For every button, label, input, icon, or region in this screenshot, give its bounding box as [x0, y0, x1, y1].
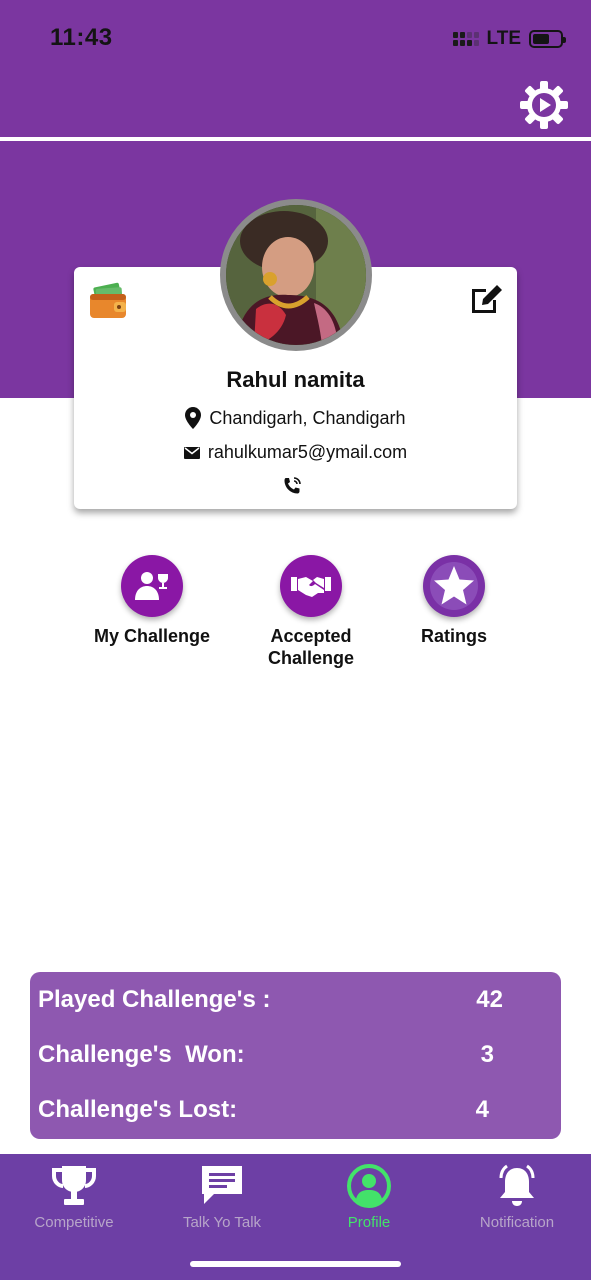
ratings-label: Ratings	[420, 626, 487, 646]
mail-icon	[183, 446, 200, 459]
my-challenge-label: My Challenge	[93, 626, 211, 646]
nav-notification[interactable]: Notification	[443, 1154, 591, 1231]
handshake-icon	[291, 577, 331, 597]
home-indicator	[190, 1261, 401, 1267]
ratings-circle	[423, 555, 485, 617]
users-trophy-icon	[135, 572, 168, 600]
accepted-challenge-label: Accepted Challenge	[267, 626, 355, 668]
avatar-photo	[226, 205, 366, 345]
edit-profile-button[interactable]	[468, 281, 504, 317]
nav-competitive[interactable]: Competitive	[0, 1154, 148, 1231]
my-challenge-circle	[121, 555, 183, 617]
phone-button[interactable]	[282, 476, 302, 496]
profile-name: Rahul namita	[226, 367, 365, 392]
stats-panel: Played Challenge's : 42 Challenge's Won:…	[30, 972, 561, 1139]
email-text: rahulkumar5@ymail.com	[207, 442, 408, 462]
location-pin-icon	[185, 407, 202, 429]
avatar[interactable]	[220, 199, 372, 351]
accepted-challenge-circle	[280, 555, 342, 617]
stat-won-label: Challenge's Won:	[38, 1041, 245, 1068]
nav-profile-label: Profile	[347, 1214, 391, 1231]
wallet-icon	[90, 282, 126, 318]
nav-competitive-label: Competitive	[34, 1214, 114, 1231]
trophy-icon	[52, 1166, 96, 1205]
settings-button[interactable]	[519, 80, 569, 130]
nav-talk[interactable]: Talk Yo Talk	[148, 1154, 296, 1231]
signal-icon	[452, 32, 479, 46]
stat-lost-label: Challenge's Lost:	[38, 1096, 238, 1123]
phone-icon	[284, 477, 301, 494]
header-divider	[0, 137, 591, 141]
stat-won-row: Challenge's Won: 3	[30, 1041, 561, 1081]
nav-profile[interactable]: Profile	[295, 1154, 443, 1231]
profile-icon	[347, 1164, 391, 1208]
edit-icon	[472, 285, 502, 313]
network-label: LTE	[486, 28, 521, 49]
stat-played-value: 42	[476, 986, 503, 1013]
accepted-challenge-button[interactable]: Accepted Challenge	[231, 555, 391, 669]
battery-icon	[529, 30, 566, 48]
star-icon	[430, 562, 478, 610]
stat-played-label: Played Challenge's :	[38, 986, 271, 1013]
nav-notification-label: Notification	[479, 1214, 555, 1231]
gear-icon	[520, 81, 568, 129]
bell-icon	[499, 1164, 535, 1206]
stat-won-value: 3	[480, 1041, 494, 1068]
stat-lost-row: Challenge's Lost: 4	[30, 1096, 561, 1136]
wallet-button[interactable]	[88, 281, 128, 321]
my-challenge-button[interactable]: My Challenge	[72, 555, 232, 647]
chat-icon	[202, 1166, 242, 1204]
nav-talk-label: Talk Yo Talk	[182, 1214, 262, 1231]
profile-actions: My Challenge Accepted Challenge Ratings	[0, 555, 591, 675]
stat-lost-value: 4	[475, 1096, 489, 1123]
profile-location: Chandigarh, Chandigarh	[74, 407, 517, 429]
ratings-button[interactable]: Ratings	[374, 555, 534, 647]
location-text: Chandigarh, Chandigarh	[209, 407, 406, 428]
profile-email: rahulkumar5@ymail.com	[74, 442, 517, 463]
stat-played-row: Played Challenge's : 42	[30, 986, 561, 1026]
status-time: 11:43	[50, 24, 113, 51]
status-indicators: LTE	[452, 28, 566, 50]
